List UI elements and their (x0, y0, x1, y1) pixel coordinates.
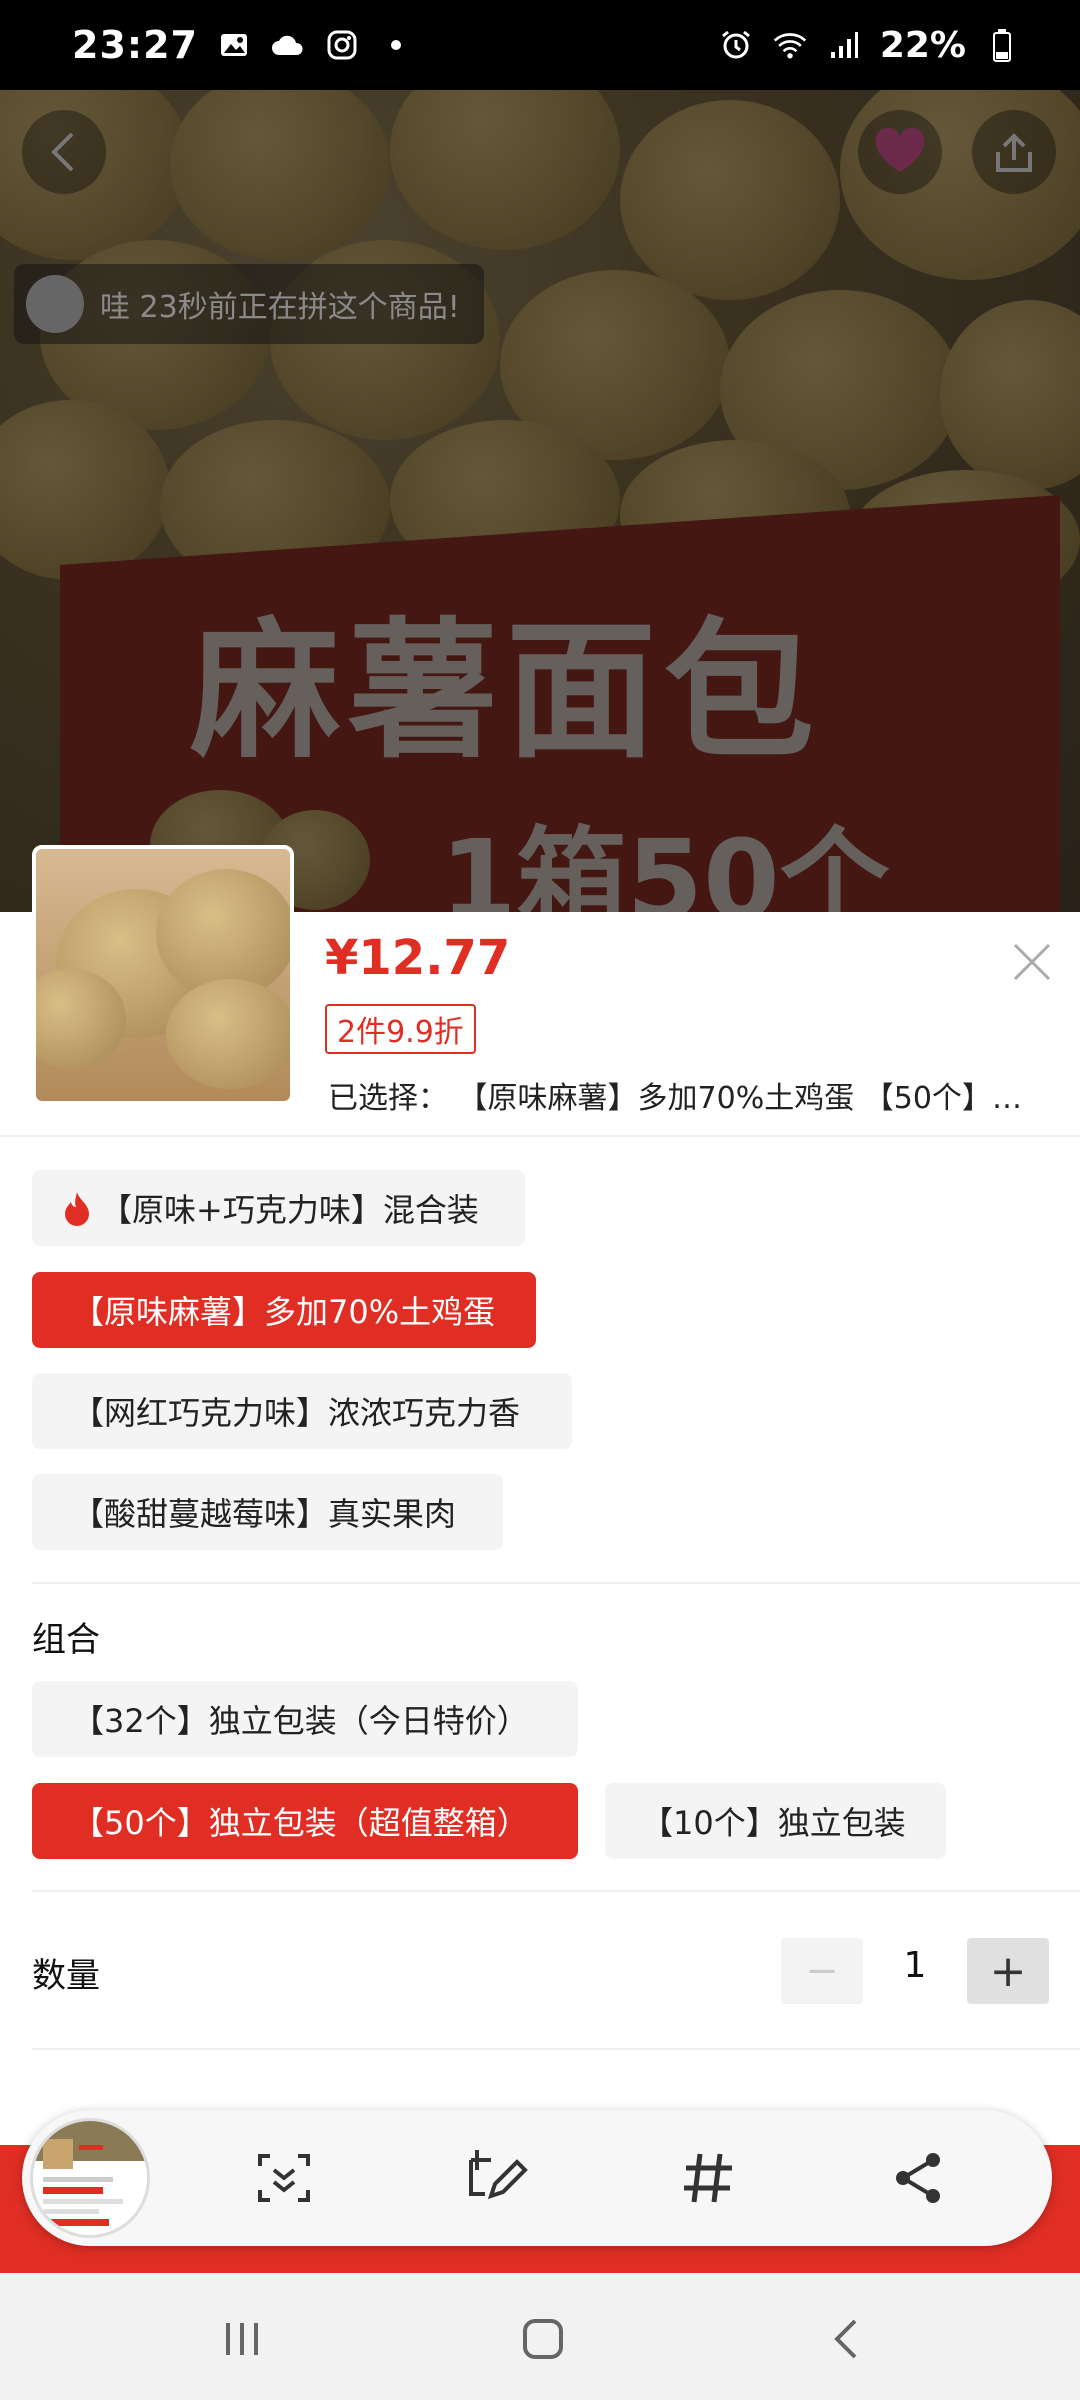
alarm-icon (718, 27, 754, 63)
dot-icon (378, 27, 414, 63)
cloud-icon (270, 27, 306, 63)
home-icon[interactable] (513, 2311, 573, 2367)
selected-spec-text: 已选择： 【原味麻薯】多加70%土鸡蛋 【50个】独立包装（超值整箱） (328, 1081, 1048, 1116)
battery-percent: 22% (879, 24, 966, 66)
share-icon[interactable] (885, 2144, 953, 2212)
combo-chip-label: 【32个】独立包装（今日特价） (72, 1702, 529, 1740)
quantity-minus-button[interactable]: − (781, 1938, 863, 2004)
toast-text: 哇 23秒前正在拼这个商品! (100, 290, 460, 325)
quantity-value[interactable]: 1 (880, 1945, 950, 1986)
combo-chip-label: 【50个】独立包装（超值整箱） (72, 1804, 529, 1842)
combo-section-title: 组合 (32, 1620, 100, 1660)
combo-chip-50[interactable]: 【50个】独立包装（超值整箱） (32, 1783, 578, 1859)
close-icon[interactable] (1005, 935, 1059, 989)
gallery-icon (216, 27, 252, 63)
edit-draw-icon[interactable] (463, 2144, 531, 2212)
screenshot-toolbar (22, 2110, 1052, 2246)
combo-chip-label: 【10个】独立包装 (641, 1804, 906, 1842)
product-image[interactable]: 麻薯面包 1箱50个 哇 23秒前正在拼这个商品! (0, 90, 1080, 912)
discount-badge: 2件9.9折 (325, 1004, 476, 1054)
instagram-icon (324, 27, 360, 63)
divider (0, 1135, 1080, 1137)
sku-price: ¥12.77 (325, 930, 511, 986)
battery-icon (984, 27, 1020, 63)
status-bar: 23:27 22% (0, 0, 1080, 90)
flavor-chip-label: 【酸甜蔓越莓味】真实果肉 (72, 1495, 457, 1533)
divider (32, 1582, 1080, 1584)
group-buy-toast: 哇 23秒前正在拼这个商品! (14, 264, 484, 344)
divider (32, 1890, 1080, 1892)
divider (32, 2048, 1080, 2050)
screenshot-thumbnail[interactable] (30, 2118, 150, 2238)
flavor-chip-chocolate[interactable]: 【网红巧克力味】浓浓巧克力香 (32, 1373, 572, 1449)
system-navigation-bar (0, 2273, 1080, 2400)
share-button[interactable] (972, 110, 1056, 194)
scroll-capture-icon[interactable] (250, 2144, 318, 2212)
avatar (26, 275, 84, 333)
clock: 23:27 (72, 23, 198, 67)
favorite-button[interactable] (858, 110, 942, 194)
combo-chip-32[interactable]: 【32个】独立包装（今日特价） (32, 1681, 578, 1757)
flavor-chip-label: 【原味麻薯】多加70%土鸡蛋 (72, 1293, 496, 1331)
flavor-chip-label: 【网红巧克力味】浓浓巧克力香 (72, 1394, 521, 1432)
quantity-label: 数量 (32, 1956, 100, 1996)
combo-chip-10[interactable]: 【10个】独立包装 (605, 1783, 946, 1859)
quantity-plus-button[interactable]: + (967, 1938, 1049, 2004)
recent-apps-icon[interactable] (212, 2311, 272, 2367)
flavor-chip-cranberry[interactable]: 【酸甜蔓越莓味】真实果肉 (32, 1474, 503, 1550)
signal-icon (826, 27, 862, 63)
flavor-chip-label: 【原味+巧克力味】混合装 (100, 1191, 479, 1229)
back-button[interactable] (22, 110, 106, 194)
fire-icon (62, 1190, 92, 1226)
wifi-icon (772, 27, 808, 63)
flavor-chip-mixed[interactable]: 【原味+巧克力味】混合装 (32, 1170, 525, 1246)
sku-thumbnail[interactable] (32, 845, 294, 1105)
flavor-chip-original[interactable]: 【原味麻薯】多加70%土鸡蛋 (32, 1272, 536, 1348)
back-nav-icon[interactable] (817, 2311, 877, 2367)
hashtag-icon[interactable] (674, 2144, 742, 2212)
